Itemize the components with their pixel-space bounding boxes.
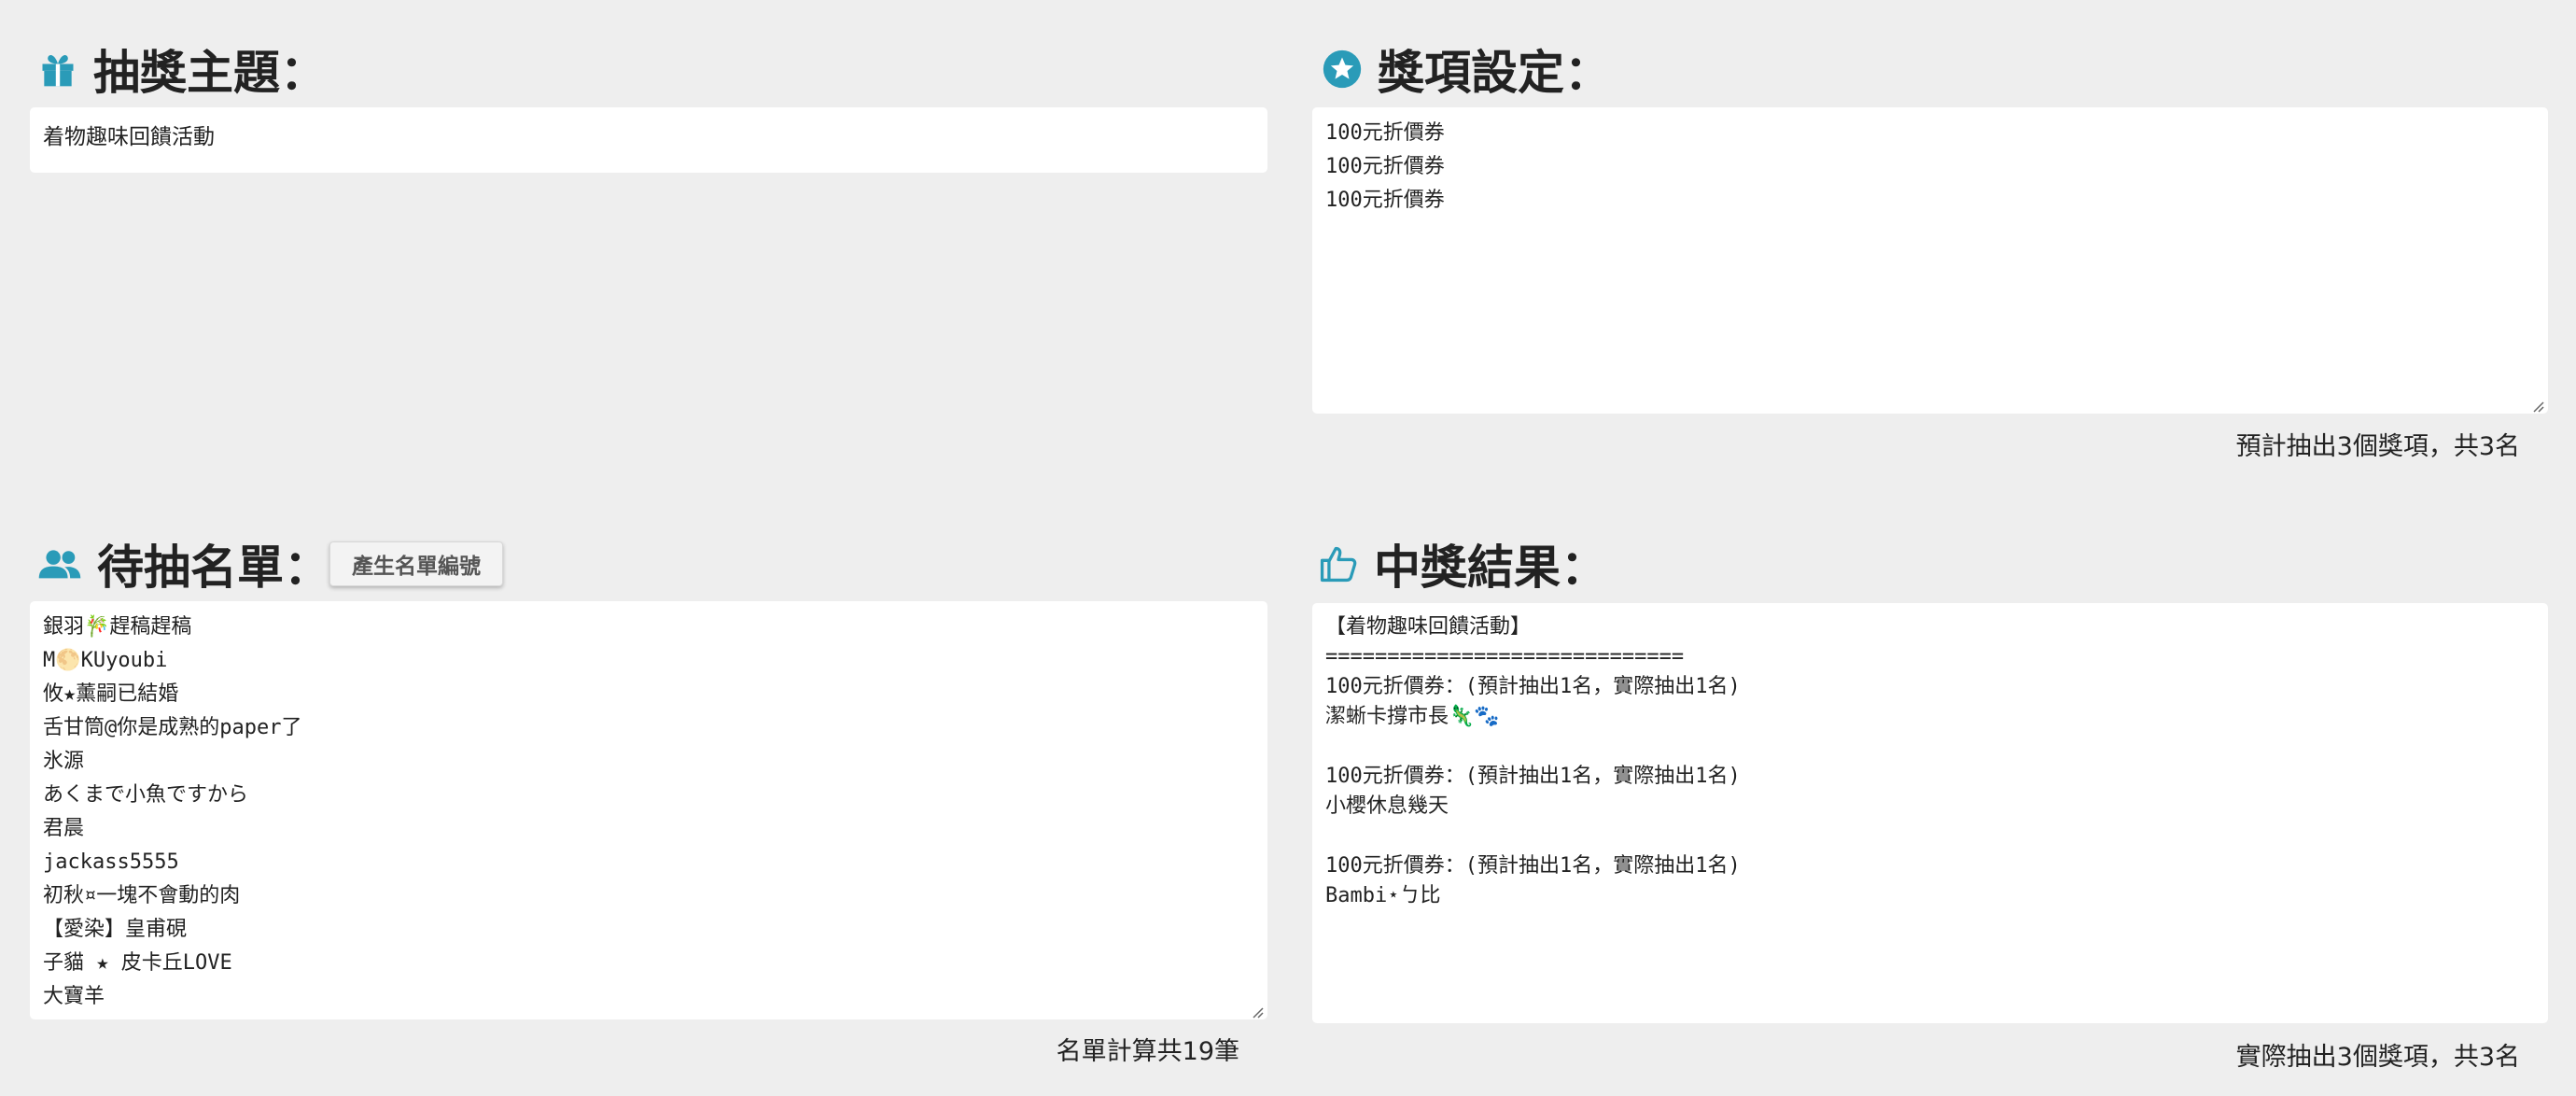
star-circle-icon — [1322, 49, 1363, 90]
candidate-line: 子貓 ★ 皮卡丘LOVE — [43, 951, 232, 975]
candidate-line: 初秋¤一塊不會動的肉 — [43, 884, 241, 907]
prize-line: 100元折價券 — [1325, 155, 1445, 178]
candidate-line: 大寶羊 — [43, 985, 105, 1008]
result-line: 潔蜥卡撐市長🦎🐾 — [1325, 705, 1500, 728]
result-line: ============================= — [1325, 645, 1685, 668]
candidate-line: 氷源 — [43, 750, 85, 773]
results-heading-text: 中獎結果： — [1374, 541, 1607, 595]
prize-line: 100元折價券 — [1325, 189, 1445, 212]
results-heading: 中獎結果： — [1318, 530, 1607, 597]
results-summary: 實際抽出3個獎項，共3名 — [2235, 1043, 2520, 1072]
candidate-line: あくまで小魚ですから — [43, 783, 249, 807]
users-icon — [37, 543, 82, 584]
result-line: 100元折價券：(預計抽出1名，實際抽出1名) — [1325, 854, 1741, 878]
result-line — [1325, 822, 2535, 851]
prizes-heading: 獎項設定： — [1322, 35, 1611, 103]
candidates-heading-text: 待抽名單： — [97, 541, 330, 595]
candidate-line: jackass5555 — [43, 850, 179, 874]
prize-line: 100元折價券 — [1325, 121, 1445, 145]
resize-grip-icon[interactable] — [1249, 1001, 1264, 1019]
result-line: Bambi⋆ㄅ比 — [1325, 884, 1441, 907]
result-line: 小櫻休息幾天 — [1325, 794, 1449, 818]
prizes-textarea[interactable]: 100元折價券 100元折價券 100元折價券 — [1312, 107, 2548, 414]
gift-icon — [37, 49, 78, 90]
candidate-line: M🌕KUyoubi — [43, 649, 168, 672]
topic-heading-text: 抽獎主題： — [93, 46, 327, 100]
topic-input[interactable]: 着物趣味回饋活動 — [30, 107, 1267, 173]
candidate-line: 攸★薰嗣已結婚 — [43, 682, 179, 706]
prizes-heading-text: 獎項設定： — [1378, 46, 1611, 100]
thumbs-up-icon — [1318, 543, 1359, 584]
result-line: 【着物趣味回饋活動】 — [1325, 615, 1532, 639]
candidate-line: 君晨 — [43, 817, 85, 840]
candidates-summary: 名單計算共19筆 — [1056, 1037, 1239, 1066]
result-line: 100元折價券：(預計抽出1名，實際抽出1名) — [1325, 675, 1741, 698]
results-output: 【着物趣味回饋活動】 ============================= 1… — [1312, 603, 2548, 1023]
topic-value: 着物趣味回饋活動 — [43, 125, 215, 149]
candidate-line: 【愛染】皇甫硯 — [43, 918, 188, 941]
result-line: 100元折價券：(預計抽出1名，實際抽出1名) — [1325, 765, 1741, 788]
candidates-heading: 待抽名單： — [37, 530, 330, 597]
result-line — [1325, 732, 2535, 762]
topic-heading: 抽獎主題： — [37, 35, 327, 103]
prizes-summary: 預計抽出3個獎項，共3名 — [2235, 432, 2520, 461]
candidate-line: 舌甘筒@你是成熟的paper了 — [43, 716, 302, 739]
candidates-textarea[interactable]: 銀羽🎋趕稿趕稿 M🌕KUyoubi 攸★薰嗣已結婚舌甘筒@你是成熟的paper了 氷源… — [30, 601, 1267, 1019]
resize-grip-icon[interactable] — [2529, 395, 2544, 413]
generate-numbers-button[interactable]: 產生名單編號 — [329, 541, 503, 586]
candidate-line: 銀羽🎋趕稿趕稿 — [43, 615, 192, 639]
